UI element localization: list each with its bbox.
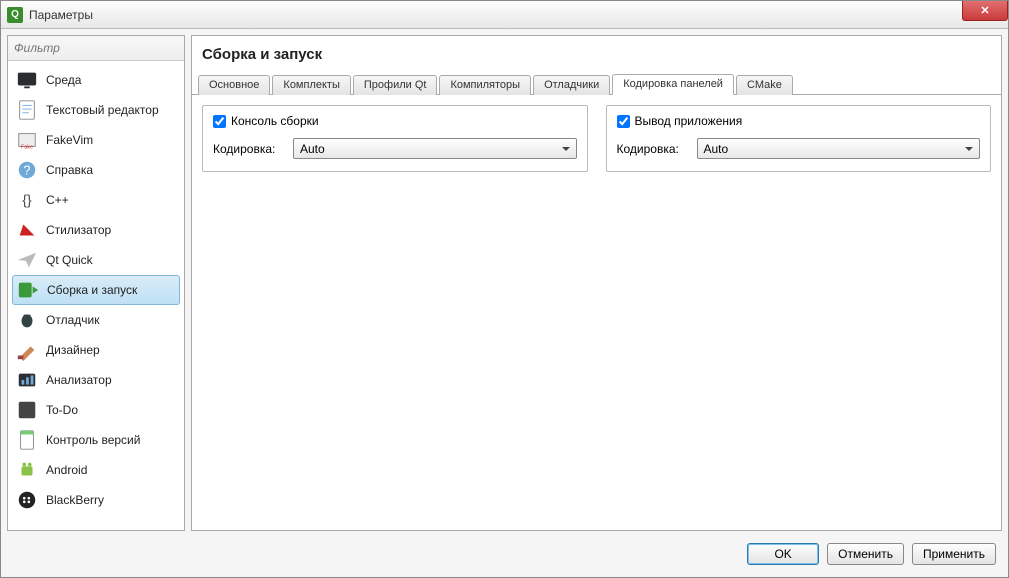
app-output-group: Вывод приложения Кодировка: Auto bbox=[606, 105, 992, 172]
sidebar-item-label: Android bbox=[46, 463, 87, 477]
tab-kits[interactable]: Комплекты bbox=[272, 75, 350, 95]
sidebar: Среда Текстовый редактор Fake FakeVim bbox=[7, 35, 185, 531]
sidebar-item-debugger[interactable]: Отладчик bbox=[12, 305, 180, 335]
fakevim-icon: Fake bbox=[16, 129, 38, 151]
android-icon bbox=[16, 459, 38, 481]
sidebar-item-label: FakeVim bbox=[46, 133, 93, 147]
build-encoding-select[interactable]: Auto bbox=[293, 138, 577, 159]
app-icon: Q bbox=[7, 7, 23, 23]
titlebar: Q Параметры ✕ bbox=[1, 1, 1008, 29]
sidebar-item-build-run[interactable]: Сборка и запуск bbox=[12, 275, 180, 305]
svg-text:?: ? bbox=[23, 163, 30, 178]
sidebar-item-help[interactable]: ? Справка bbox=[12, 155, 180, 185]
sidebar-item-label: Текстовый редактор bbox=[46, 103, 159, 117]
build-console-checkbox[interactable] bbox=[213, 115, 226, 128]
app-encoding-select[interactable]: Auto bbox=[697, 138, 981, 159]
analyzer-icon bbox=[16, 369, 38, 391]
sidebar-item-qtquick[interactable]: Qt Quick bbox=[12, 245, 180, 275]
sidebar-item-label: Справка bbox=[46, 163, 93, 177]
sidebar-item-styler[interactable]: Стилизатор bbox=[12, 215, 180, 245]
document-icon bbox=[16, 99, 38, 121]
sidebar-item-label: Отладчик bbox=[46, 313, 99, 327]
designer-icon bbox=[16, 339, 38, 361]
sidebar-item-analyzer[interactable]: Анализатор bbox=[12, 365, 180, 395]
sidebar-item-cpp[interactable]: {} C++ bbox=[12, 185, 180, 215]
encoding-label-right: Кодировка: bbox=[617, 142, 689, 156]
paperplane-icon bbox=[16, 249, 38, 271]
monitor-icon bbox=[16, 69, 38, 91]
encoding-label-left: Кодировка: bbox=[213, 142, 285, 156]
tab-compilers[interactable]: Компиляторы bbox=[439, 75, 531, 95]
vcs-icon bbox=[16, 429, 38, 451]
app-output-check-label: Вывод приложения bbox=[635, 114, 743, 128]
tabstrip: Основное Комплекты Профили Qt Компилятор… bbox=[192, 71, 1001, 95]
tab-debuggers[interactable]: Отладчики bbox=[533, 75, 610, 95]
tab-cmake[interactable]: CMake bbox=[736, 75, 793, 95]
sidebar-item-android[interactable]: Android bbox=[12, 455, 180, 485]
sidebar-item-fakevim[interactable]: Fake FakeVim bbox=[12, 125, 180, 155]
apply-button[interactable]: Применить bbox=[912, 543, 996, 565]
sidebar-item-label: Qt Quick bbox=[46, 253, 93, 267]
filter-input[interactable] bbox=[8, 36, 184, 60]
sidebar-item-designer[interactable]: Дизайнер bbox=[12, 335, 180, 365]
sidebar-item-label: Стилизатор bbox=[46, 223, 111, 237]
sidebar-item-label: To-Do bbox=[46, 403, 78, 417]
sidebar-item-label: Среда bbox=[46, 73, 81, 87]
cancel-button[interactable]: Отменить bbox=[827, 543, 904, 565]
build-run-icon bbox=[17, 279, 39, 301]
close-icon: ✕ bbox=[980, 4, 989, 17]
filter-box bbox=[8, 36, 184, 61]
sidebar-item-todo[interactable]: To-Do bbox=[12, 395, 180, 425]
tab-qt-versions[interactable]: Профили Qt bbox=[353, 75, 438, 95]
ok-button[interactable]: OK bbox=[747, 543, 819, 565]
sidebar-item-vcs[interactable]: Контроль версий bbox=[12, 425, 180, 455]
cpp-brackets-icon: {} bbox=[16, 189, 38, 211]
page-title: Сборка и запуск bbox=[192, 36, 1001, 71]
sidebar-item-label: Дизайнер bbox=[46, 343, 100, 357]
tab-body: Консоль сборки Кодировка: Auto Вывод bbox=[192, 95, 1001, 530]
shoe-icon bbox=[16, 219, 38, 241]
build-encoding-value: Auto bbox=[300, 142, 325, 156]
sidebar-item-label: Контроль версий bbox=[46, 433, 140, 447]
close-button[interactable]: ✕ bbox=[962, 1, 1008, 21]
content-pane: Сборка и запуск Основное Комплекты Профи… bbox=[191, 35, 1002, 531]
tab-general[interactable]: Основное bbox=[198, 75, 270, 95]
sidebar-item-label: Сборка и запуск bbox=[47, 283, 137, 297]
sidebar-list: Среда Текстовый редактор Fake FakeVim bbox=[8, 61, 184, 530]
svg-text:Fake: Fake bbox=[21, 144, 33, 150]
todo-icon bbox=[16, 399, 38, 421]
build-console-group: Консоль сборки Кодировка: Auto bbox=[202, 105, 588, 172]
settings-window: Q Параметры ✕ Среда bbox=[0, 0, 1009, 578]
sidebar-item-label: BlackBerry bbox=[46, 493, 104, 507]
tab-panel-encoding[interactable]: Кодировка панелей bbox=[612, 74, 734, 95]
sidebar-item-label: C++ bbox=[46, 193, 69, 207]
help-icon: ? bbox=[16, 159, 38, 181]
sidebar-item-blackberry[interactable]: BlackBerry bbox=[12, 485, 180, 515]
sidebar-item-text-editor[interactable]: Текстовый редактор bbox=[12, 95, 180, 125]
window-title: Параметры bbox=[29, 8, 93, 22]
svg-text:{}: {} bbox=[22, 193, 32, 208]
blackberry-icon bbox=[16, 489, 38, 511]
sidebar-item-environment[interactable]: Среда bbox=[12, 65, 180, 95]
app-output-checkbox[interactable] bbox=[617, 115, 630, 128]
build-console-check-label: Консоль сборки bbox=[231, 114, 319, 128]
bug-icon bbox=[16, 309, 38, 331]
footer: OK Отменить Применить bbox=[7, 537, 1002, 571]
app-encoding-value: Auto bbox=[704, 142, 729, 156]
sidebar-item-label: Анализатор bbox=[46, 373, 112, 387]
